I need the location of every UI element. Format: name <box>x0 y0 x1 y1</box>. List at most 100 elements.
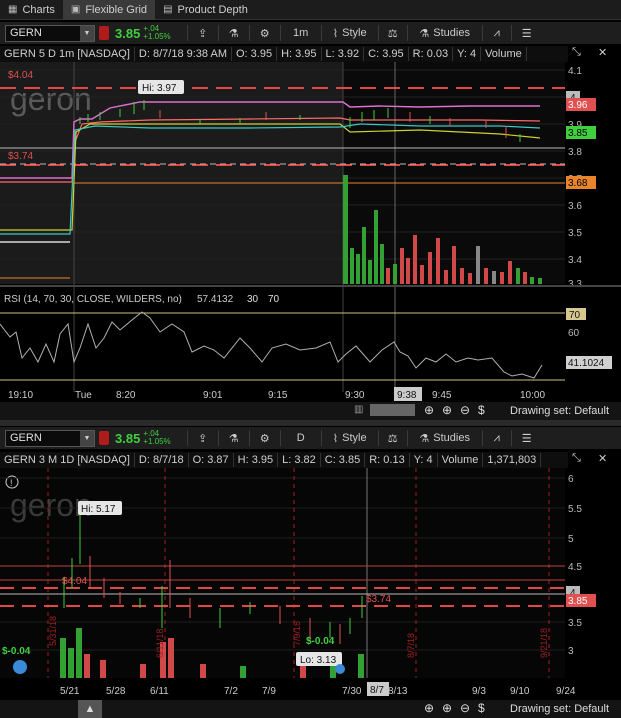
studies-button[interactable]: ⚗ Studies <box>408 27 482 40</box>
close-icon[interactable]: ✕ <box>598 46 607 59</box>
tag-368: 3.68 <box>568 178 588 189</box>
time-tick: 8/13 <box>388 686 408 697</box>
settings-menu-icon[interactable]: ☰ <box>512 27 542 40</box>
time-tick: 9/3 <box>472 686 486 697</box>
tab-product-depth[interactable]: ▤ Product Depth <box>155 0 256 20</box>
top-corner-controls: ⤡ ✕ <box>572 46 612 62</box>
crosshair-icon[interactable]: ⊕ <box>424 403 434 417</box>
earnings-icon[interactable] <box>335 664 345 674</box>
style-label: Style <box>342 27 367 39</box>
rsi-axis-60: 60 <box>568 328 580 339</box>
drawing-set[interactable]: Drawing set: Default <box>510 405 609 417</box>
settings-menu-icon[interactable]: ☰ <box>512 432 542 445</box>
grid-divider[interactable] <box>0 420 621 426</box>
event-label: 5/31/18 <box>48 616 58 646</box>
aggregation-button[interactable]: D <box>281 432 321 444</box>
maximize-icon[interactable]: ⤡ <box>572 46 581 59</box>
alert-flag-icon[interactable] <box>99 431 109 445</box>
symbol-selector[interactable]: GERN ▼ <box>5 429 95 447</box>
top-nav: ▦ Charts ▣ Flexible Grid ▤ Product Depth <box>0 0 621 20</box>
share-icon[interactable]: ⇪ <box>188 27 218 40</box>
change-percent: +1.05% <box>143 32 171 41</box>
studies-label: Studies <box>433 27 470 39</box>
drawings-icon[interactable]: ⚖ <box>379 27 407 40</box>
zoom-out-icon[interactable]: ⊖ <box>460 403 470 417</box>
bottom-chart-toolbar: GERN ▼ 3.85 +.04 +1.05% ⇪ ⚗ ⚙ D ⌇ Style ⚖ ⚗… <box>0 427 621 449</box>
flask-icon[interactable]: ⚗ <box>219 432 249 445</box>
chevron-down-icon[interactable]: ▼ <box>80 25 94 41</box>
tag-396: 3.96 <box>568 100 588 111</box>
hi-label: Hi: 5.17 <box>81 504 116 515</box>
zoom-in-icon[interactable]: ⊕ <box>442 403 452 417</box>
gear-icon[interactable]: ⚙ <box>250 432 280 445</box>
zoom-out-icon[interactable]: ⊖ <box>460 701 470 715</box>
bottom-chart[interactable]: geron ! Hi: 5.17 Lo: 3.13 $4.04 $3.74 $-… <box>0 468 621 700</box>
crosshair-time: 9:38 <box>397 390 417 401</box>
bar-ticks: Y: 4 <box>410 453 438 467</box>
symbol-selector[interactable]: GERN ▼ <box>5 24 95 42</box>
aggregation-button[interactable]: 1m <box>281 27 321 39</box>
drawings-icon[interactable]: ⚖ <box>379 432 407 445</box>
time-tick: 7/30 <box>342 686 362 697</box>
symbol-text: GERN <box>10 26 42 39</box>
top-chart[interactable]: geron Hi: 3.97 $4.04 $3.74 4.1 3.9 3.8 3… <box>0 62 621 402</box>
time-tick: 10:00 <box>520 390 545 401</box>
bar-date: D: 8/7/18 9:38 AM <box>135 47 232 61</box>
bar-range: R: 0.13 <box>365 453 410 467</box>
bar-close: C: 3.95 <box>364 47 409 61</box>
pattern-icon[interactable]: ⩘ <box>483 432 511 445</box>
zoom-in-icon[interactable]: ⊕ <box>442 701 452 715</box>
time-tick: 7/9 <box>262 686 276 697</box>
hi-label: Hi: 3.97 <box>142 83 177 94</box>
drawing-set[interactable]: Drawing set: Default <box>510 703 609 715</box>
crosshair-icon[interactable]: ⊕ <box>424 701 434 715</box>
tab-flexible-grid[interactable]: ▣ Flexible Grid <box>62 0 156 20</box>
earnings-icon[interactable] <box>13 660 27 674</box>
chevron-down-icon[interactable]: ▼ <box>80 430 94 446</box>
rsi-line <box>0 311 543 379</box>
info-icon: ! <box>10 478 13 488</box>
flask-icon[interactable]: ⚗ <box>219 27 249 40</box>
expand-up-icon[interactable]: ▲ <box>78 700 102 718</box>
price-tick: 3.8 <box>568 147 582 158</box>
bar-high: H: 3.95 <box>234 453 279 467</box>
event-label: 6/11/18 <box>155 629 165 658</box>
volume-value: 1,371,803 <box>483 453 542 467</box>
volume-label: Volume <box>481 47 527 61</box>
dividend-label: $-0.04 <box>306 636 335 647</box>
rsi-value: 57.4132 <box>197 294 234 305</box>
bottom-chart-bottom-bar: ▲ ⊕ ⊕ ⊖ $ Drawing set: Default <box>0 700 621 718</box>
scrollbar[interactable] <box>370 404 415 416</box>
maximize-icon[interactable]: ⤡ <box>572 452 581 465</box>
left-price-label: $4.04 <box>62 576 87 587</box>
style-icon: ⌇ <box>332 432 339 445</box>
style-icon: ⌇ <box>332 27 339 40</box>
bottom-corner-controls: ⤡ ✕ <box>572 452 612 468</box>
change-block: +.04 +1.05% <box>143 430 170 446</box>
tab-charts[interactable]: ▦ Charts <box>0 0 63 20</box>
price-tick: 4.1 <box>568 66 582 77</box>
rsi-current-tag: 41.1024 <box>568 358 605 369</box>
close-icon[interactable]: ✕ <box>598 452 607 465</box>
left-high-label: $4.04 <box>8 70 33 81</box>
price-tick: 3.5 <box>568 228 582 239</box>
depth-icon: ▤ <box>163 4 173 15</box>
dollar-icon[interactable]: $ <box>478 701 485 715</box>
pattern-icon[interactable]: ⩘ <box>483 27 511 40</box>
gear-icon[interactable]: ⚙ <box>250 27 280 40</box>
style-button[interactable]: ⌇ Style <box>322 27 378 40</box>
studies-button[interactable]: ⚗ Studies <box>408 432 482 445</box>
share-icon[interactable]: ⇪ <box>188 432 218 445</box>
price-tick: 3.4 <box>568 255 582 266</box>
time-tick: 9/10 <box>510 686 530 697</box>
alert-flag-icon[interactable] <box>99 26 109 40</box>
dollar-icon[interactable]: $ <box>478 403 485 417</box>
flask-icon: ⚗ <box>419 27 430 40</box>
rsi-low: 30 <box>247 294 259 305</box>
style-button[interactable]: ⌇ Style <box>322 432 378 445</box>
symbol-text: GERN <box>10 431 42 444</box>
flask-icon: ⚗ <box>419 432 430 445</box>
pan-icon[interactable]: ▥ <box>354 404 363 415</box>
time-tick: 9:45 <box>432 390 452 401</box>
bar-close: C: 3.85 <box>321 453 366 467</box>
